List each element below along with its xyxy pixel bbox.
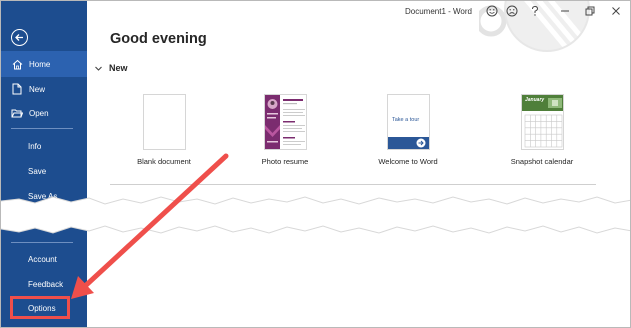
sidebar-item-new[interactable]: New	[1, 76, 87, 102]
backstage-sidebar: Home New Open Info Save Save As Account	[1, 1, 87, 327]
welcome-to-word-thumbnail: Take a tour	[387, 94, 430, 150]
sidebar-item-account[interactable]: Account	[1, 246, 87, 272]
open-folder-icon	[11, 107, 23, 119]
sidebar-item-label: Save	[28, 166, 47, 176]
sidebar-divider	[11, 128, 73, 129]
thumbnail-text: January	[525, 97, 545, 103]
new-section-header[interactable]: New	[94, 63, 128, 73]
sidebar-item-feedback[interactable]: Feedback	[1, 271, 87, 297]
sidebar-item-info[interactable]: Info	[1, 133, 87, 159]
template-label: Photo resume	[261, 157, 309, 166]
photo-resume-thumbnail	[264, 94, 307, 150]
new-section-label: New	[109, 63, 128, 73]
page-title: Good evening	[110, 31, 207, 47]
thumbnail-text: Take a tour	[392, 117, 420, 123]
sidebar-item-label: Feedback	[28, 279, 64, 289]
sidebar-item-label: Open	[29, 108, 49, 118]
sidebar-item-label: New	[29, 84, 46, 94]
section-divider	[110, 184, 596, 185]
template-label: Blank document	[137, 157, 191, 166]
snapshot-calendar-thumbnail: January	[521, 94, 564, 150]
blank-document-thumbnail	[143, 94, 186, 150]
template-label: Snapshot calendar	[510, 157, 574, 166]
torn-edge-break	[1, 196, 630, 234]
window-title: Document1 - Word	[405, 7, 472, 16]
restore-icon[interactable]	[583, 4, 597, 18]
back-arrow-icon[interactable]	[11, 29, 28, 46]
new-document-icon	[11, 83, 23, 95]
sidebar-item-save[interactable]: Save	[1, 158, 87, 184]
sidebar-item-label: Account	[28, 254, 57, 264]
frown-icon[interactable]	[505, 4, 519, 18]
smile-icon[interactable]	[485, 4, 499, 18]
help-icon[interactable]	[528, 4, 542, 18]
sidebar-divider	[11, 242, 73, 243]
sidebar-item-open[interactable]: Open	[1, 100, 87, 126]
sidebar-item-label: Info	[28, 141, 42, 151]
sidebar-item-home[interactable]: Home	[1, 51, 87, 77]
options-highlight-box	[10, 296, 70, 319]
sidebar-item-label: Home	[29, 59, 51, 69]
word-backstage-window: Document1 - Word Home New Open Info Save…	[0, 0, 631, 328]
chevron-down-icon	[95, 66, 102, 71]
template-label: Welcome to Word	[378, 157, 438, 166]
minimize-icon[interactable]	[558, 4, 572, 18]
home-icon	[11, 58, 23, 70]
close-icon[interactable]	[609, 4, 623, 18]
